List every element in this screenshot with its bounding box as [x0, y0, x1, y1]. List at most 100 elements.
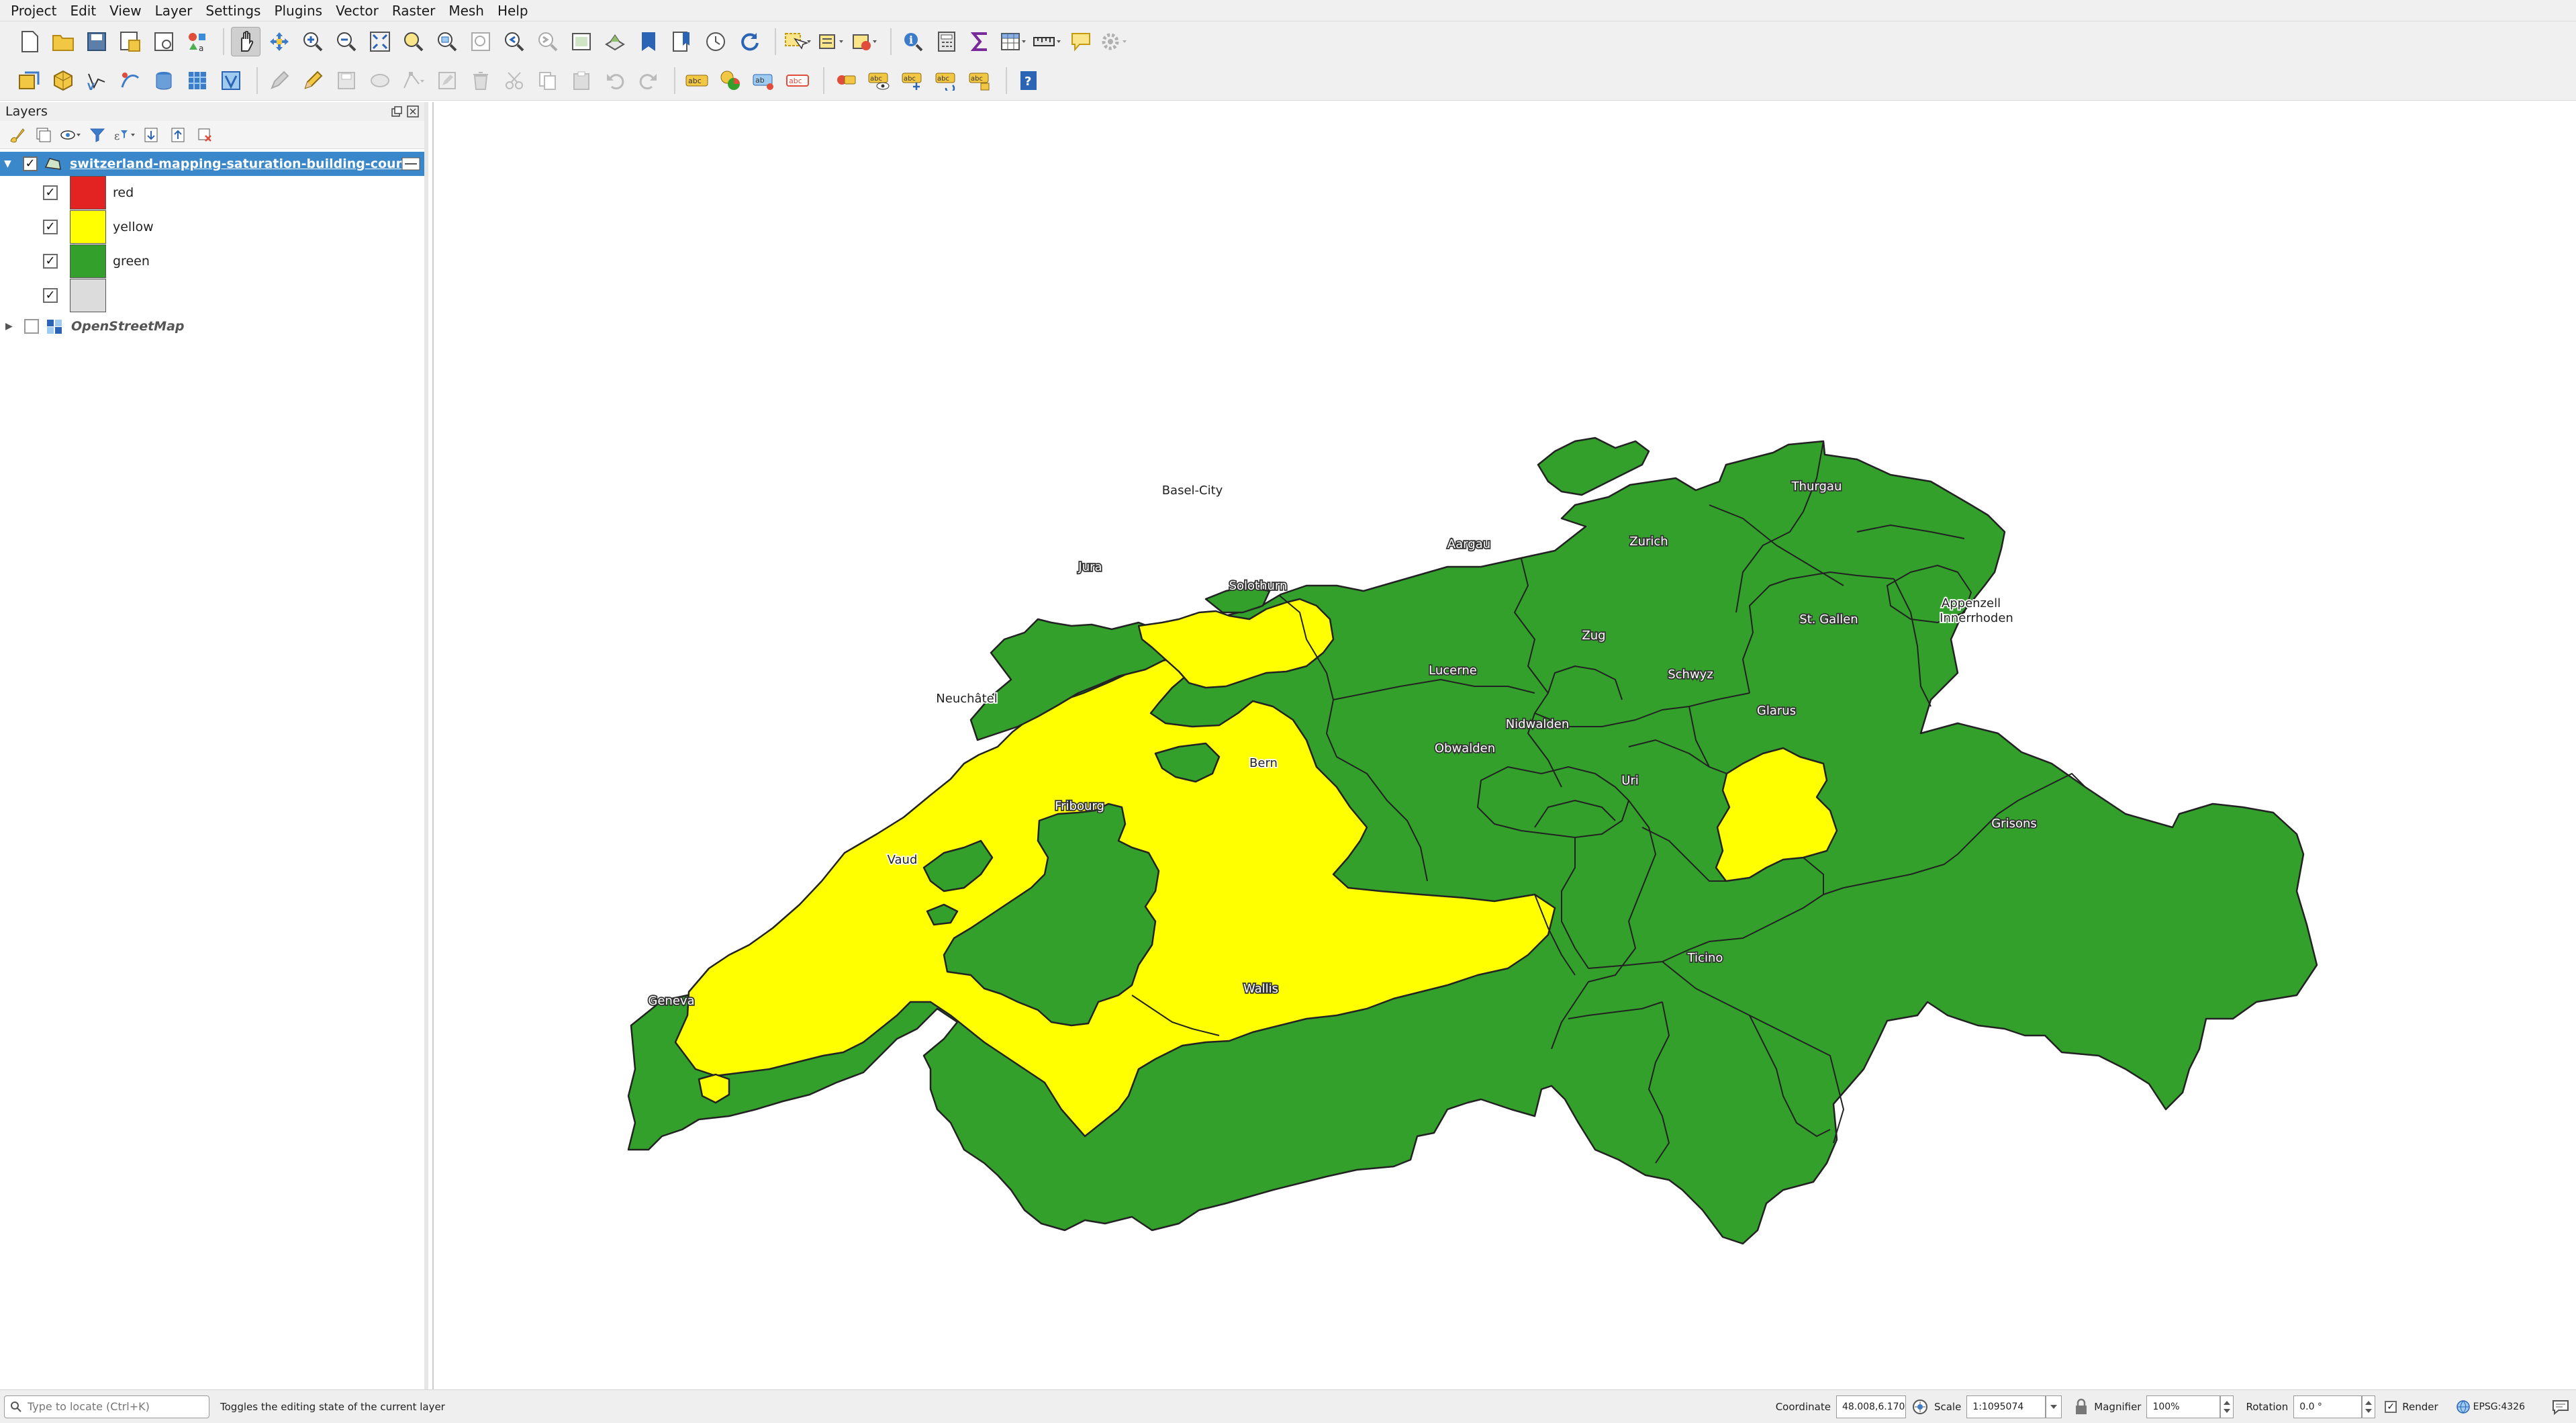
select-by-value-button[interactable] [816, 27, 846, 56]
legend-checkbox-yellow[interactable]: ✓ [43, 220, 58, 234]
legend-checkbox-other[interactable]: ✓ [43, 288, 58, 303]
digitize-button[interactable] [365, 66, 395, 95]
layer-row-switzerland[interactable]: ▼ ✓ switzerland-mapping-saturation-build… [0, 152, 424, 176]
open-project-button[interactable] [48, 27, 78, 56]
expand-arrow-icon[interactable]: ▶ [5, 321, 20, 332]
label-toolbar-button[interactable]: abc [682, 66, 712, 95]
manage-visibility-button[interactable] [59, 124, 82, 146]
legend-checkbox-green[interactable]: ✓ [43, 254, 58, 269]
close-panel-icon[interactable] [407, 105, 419, 118]
add-database-layer-button[interactable] [149, 66, 179, 95]
save-edits-button[interactable] [332, 66, 361, 95]
data-source-manager-button[interactable] [15, 66, 44, 95]
crs-globe-icon[interactable] [2456, 1399, 2471, 1414]
move-label-button[interactable]: abc [898, 66, 928, 95]
zoom-next-button[interactable] [533, 27, 563, 56]
menu-help[interactable]: Help [492, 1, 536, 21]
redo-button[interactable] [634, 66, 663, 95]
scale-field[interactable]: 1:1095074 [1966, 1395, 2046, 1418]
zoom-full-button[interactable] [365, 27, 395, 56]
highlight-unplaced-label-button[interactable]: abc [783, 66, 812, 95]
change-label-button[interactable]: abc [965, 66, 995, 95]
switzerland-map[interactable]: Basel-City Jura Solothurn Aargau Zurich … [434, 102, 2576, 1389]
filter-expression-button[interactable]: ε [113, 124, 136, 146]
zoom-to-layer-button[interactable] [432, 27, 462, 56]
vertex-tool-button[interactable] [399, 66, 428, 95]
menu-edit[interactable]: Edit [64, 1, 104, 21]
rotate-label-button[interactable]: abc [932, 66, 961, 95]
toggle-editing-button[interactable] [298, 66, 328, 95]
add-vector-layer-button[interactable]: V [82, 66, 111, 95]
new-geopackage-layer-button[interactable] [48, 66, 78, 95]
collapse-all-button[interactable] [166, 124, 189, 146]
zoom-to-selection-button[interactable] [399, 27, 428, 56]
new-bookmark-button[interactable] [634, 27, 663, 56]
menu-vector[interactable]: Vector [330, 1, 387, 21]
scale-dropdown[interactable] [2046, 1395, 2062, 1418]
basemap-visibility-checkbox[interactable] [24, 319, 39, 334]
magnifier-field[interactable]: 100% [2146, 1395, 2221, 1418]
zoom-last-button[interactable] [499, 27, 529, 56]
pan-to-selection-button[interactable] [265, 27, 294, 56]
crs-label[interactable]: EPSG:4326 [2473, 1402, 2525, 1412]
toggle-extents-icon[interactable] [1911, 1398, 1929, 1416]
lock-scale-icon[interactable] [2074, 1398, 2089, 1416]
field-calculator-button[interactable] [932, 27, 961, 56]
zoom-in-button[interactable] [298, 27, 328, 56]
help-button[interactable]: ? [1014, 66, 1043, 95]
measure-button[interactable] [1033, 27, 1062, 56]
add-virtual-layer-button[interactable] [216, 66, 246, 95]
decorations-button[interactable] [1100, 27, 1129, 56]
legend-item-green[interactable]: ✓ green [43, 244, 150, 278]
remove-layer-button[interactable] [193, 124, 216, 146]
undo-button[interactable] [600, 66, 630, 95]
deselect-features-button[interactable] [850, 27, 879, 56]
add-raster-layer-button[interactable] [183, 66, 212, 95]
save-project-button[interactable] [82, 27, 111, 56]
show-hide-labels-button[interactable]: abc [865, 66, 894, 95]
new-3d-view-button[interactable] [600, 27, 630, 56]
attribute-table-button[interactable] [999, 27, 1029, 56]
print-layout-button[interactable] [149, 27, 179, 56]
menu-raster[interactable]: Raster [387, 1, 444, 21]
add-group-button[interactable] [32, 124, 55, 146]
new-map-view-button[interactable] [567, 27, 596, 56]
layer-indicator-icon[interactable] [401, 156, 420, 171]
locator-search[interactable]: Type to locate (Ctrl+K) [4, 1395, 209, 1418]
identify-features-button[interactable]: i [898, 27, 928, 56]
legend-checkbox-red[interactable]: ✓ [43, 185, 58, 200]
save-as-button[interactable] [115, 27, 145, 56]
cut-features-button[interactable] [499, 66, 529, 95]
temporal-controller-button[interactable] [701, 27, 730, 56]
magnifier-spinner[interactable] [2220, 1395, 2234, 1418]
float-panel-icon[interactable] [391, 105, 403, 118]
map-tips-button[interactable] [1066, 27, 1096, 56]
add-delimited-text-button[interactable] [115, 66, 145, 95]
pan-map-button[interactable] [231, 26, 260, 56]
statistics-button[interactable] [965, 27, 995, 56]
open-styling-button[interactable] [5, 124, 28, 146]
new-project-button[interactable] [15, 27, 44, 56]
messages-icon[interactable] [2552, 1399, 2569, 1415]
zoom-native-button[interactable] [466, 27, 495, 56]
zoom-out-button[interactable] [332, 27, 361, 56]
expand-all-button[interactable] [140, 124, 162, 146]
select-features-button[interactable] [783, 27, 812, 56]
legend-item-yellow[interactable]: ✓ yellow [43, 210, 154, 244]
render-checkbox[interactable]: ✓ [2385, 1400, 2397, 1413]
collapse-arrow-icon[interactable]: ▼ [4, 158, 19, 169]
menu-view[interactable]: View [104, 1, 149, 21]
legend-item-red[interactable]: ✓ red [43, 176, 134, 210]
modify-attributes-button[interactable] [432, 66, 462, 95]
menu-plugins[interactable]: Plugins [269, 1, 330, 21]
menu-project[interactable]: Project [5, 1, 64, 21]
map-canvas[interactable]: Basel-City Jura Solothurn Aargau Zurich … [432, 102, 2576, 1389]
refresh-button[interactable] [734, 27, 764, 56]
pin-labels-button[interactable] [831, 66, 861, 95]
layer-row-openstreetmap[interactable]: ▶ OpenStreetMap [0, 314, 185, 338]
copy-features-button[interactable] [533, 66, 563, 95]
paste-features-button[interactable] [567, 66, 596, 95]
menu-layer[interactable]: Layer [150, 1, 201, 21]
show-bookmarks-button[interactable] [667, 27, 697, 56]
legend-item-other[interactable]: ✓ [43, 279, 113, 312]
